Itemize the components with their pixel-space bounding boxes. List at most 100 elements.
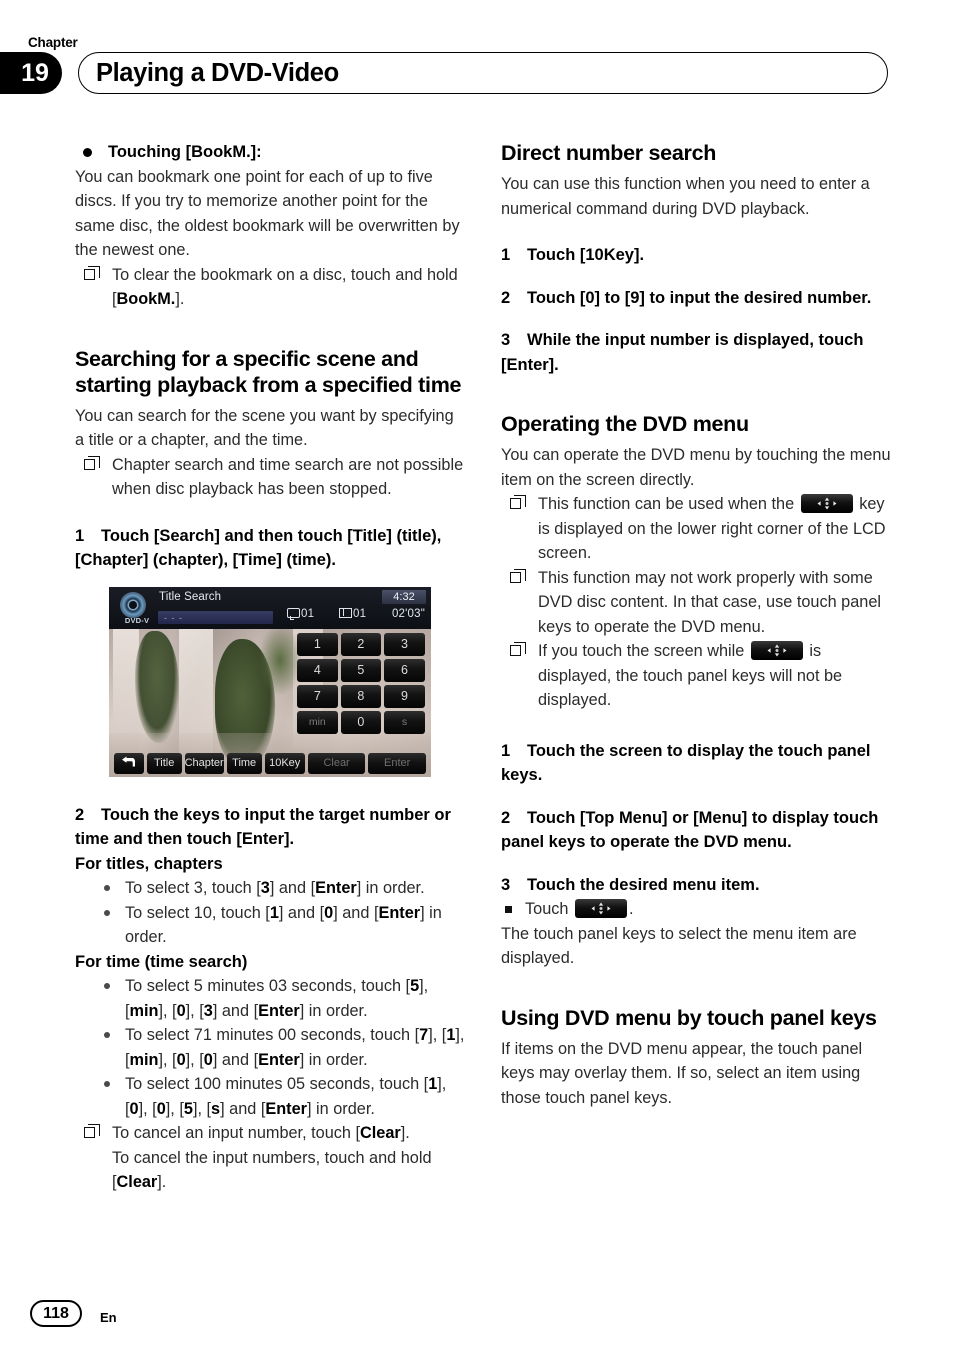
bullet-disc-icon (104, 909, 110, 916)
note-cancel-inputs-bold: Clear (116, 1173, 158, 1191)
search-input-value: - - - (164, 612, 183, 623)
bullet-select-10-mid2: ] and [ (333, 903, 379, 922)
heading-direct-number-search: Direct number search (501, 141, 717, 165)
note-chapter-time-search-text: Chapter search and time search are not p… (112, 455, 464, 499)
keypad-key-9[interactable]: 9 (384, 684, 425, 708)
bullet-time-100min-text: To select 100 minutes 05 seconds, touch … (125, 1075, 447, 1118)
keypad-row: min 0 s (297, 710, 425, 734)
subhead-for-time: For time (time search) (75, 952, 248, 971)
step-1-number: 1 (75, 526, 85, 545)
enter-button[interactable]: Enter (368, 752, 426, 774)
clear-button[interactable]: Clear (307, 752, 366, 774)
note-cancel-input-pre: To cancel an input number, touch [ (112, 1124, 360, 1142)
keypad-key-s[interactable]: s (384, 710, 425, 734)
bullet-select-10: To select 10, touch [1] and [0] and [Ent… (93, 901, 465, 950)
step-menu-1-text: Touch the screen to display the touch pa… (501, 741, 871, 785)
heading-operating-dvd-menu: Operating the DVD menu (501, 412, 749, 436)
step-menu-1: 1 Touch the screen to display the touch p… (501, 739, 891, 788)
sub-action-touch-post: . (628, 900, 634, 918)
screenshot-bottom-bar: Title Chapter Time 10Key Clear Enter (109, 752, 431, 774)
page-footer: 118 En (30, 1300, 117, 1327)
page-number: 118 (30, 1300, 82, 1327)
step-direct-3: 3 While the input number is displayed, to… (501, 328, 891, 377)
bullet-disc-icon (104, 885, 110, 891)
keypad-key-5[interactable]: 5 (340, 658, 382, 682)
keypad-key-6[interactable]: 6 (384, 658, 425, 682)
note-clear-bookmark-post: ]. (175, 290, 185, 308)
back-arrow-icon (121, 756, 135, 766)
note-square-icon (84, 265, 100, 280)
note-square-icon (510, 495, 526, 509)
keypad-key-min[interactable]: min (297, 710, 338, 734)
note-dpad-key-available-pre: This function can be used when the (538, 495, 795, 513)
left-column: Touching [BookM.]: You can bookmark one … (75, 140, 465, 1195)
step-menu-2-text: Touch [Top Menu] or [Menu] to display to… (501, 808, 879, 852)
bullet-disc-icon (104, 1081, 110, 1087)
screenshot-top-bar: DVD-V Title Search - - - 01 01 4:32 02'0… (109, 586, 431, 629)
sub-action-result: The touch panel keys to select the menu … (501, 924, 857, 968)
keypad-row: 7 8 9 (297, 684, 425, 708)
back-button[interactable] (114, 752, 144, 774)
search-input-field[interactable]: - - - (158, 610, 273, 624)
chapter-button[interactable]: Chapter (184, 752, 224, 774)
note-cancel-input-bold: Clear (360, 1124, 401, 1142)
note-square-icon (510, 642, 526, 656)
tenkey-button[interactable]: 10Key (264, 752, 305, 774)
note-square-icon (84, 455, 100, 470)
keypad-row: 4 5 6 (297, 658, 425, 682)
step-2-text: Touch the keys to input the target numbe… (75, 805, 451, 849)
bullet-disc-icon (104, 1032, 110, 1038)
note-chapter-time-search: Chapter search and time search are not p… (83, 453, 465, 502)
note-touch-screen-while-dpad-pre: If you touch the screen while (538, 642, 745, 660)
section-heading-search: Searching for a specific scene and start… (75, 346, 462, 397)
chapter-number-value: 01 (353, 607, 367, 620)
step-direct-3-text: While the input number is displayed, tou… (501, 331, 864, 374)
keypad-key-1[interactable]: 1 (297, 632, 338, 656)
bullet-time-71min-text: To select 71 minutes 00 seconds, touch [… (125, 1026, 465, 1069)
time-button[interactable]: Time (226, 752, 262, 774)
square-bullet-icon (505, 906, 512, 913)
bookmark-body: You can bookmark one point for each of u… (75, 167, 460, 260)
screenshot-title: Title Search (159, 590, 222, 603)
sub-action-touch-dpad: Touch . (501, 897, 891, 922)
keypad-key-2[interactable]: 2 (340, 632, 382, 656)
body-operating-dvd-menu: You can operate the DVD menu by touching… (501, 446, 891, 489)
keypad-key-3[interactable]: 3 (384, 632, 425, 656)
bullet-select-10-key2: 0 (324, 903, 334, 922)
clock-display: 4:32 (382, 589, 426, 604)
step-2-number: 2 (75, 805, 85, 824)
title-button[interactable]: Title (146, 752, 182, 774)
bullet-select-3-mid: ] and [ (269, 879, 316, 897)
bullet-select-10-mid1: ] and [ (278, 903, 325, 922)
language-code: En (100, 1310, 117, 1325)
keypad-key-0[interactable]: 0 (340, 710, 382, 734)
step-2-search: 2 Touch the keys to input the target numb… (75, 803, 465, 852)
elapsed-time-display: 02'03" (391, 607, 425, 620)
page-header: Chapter 19 Playing a DVD-Video (0, 30, 954, 100)
keypad-key-7[interactable]: 7 (297, 684, 338, 708)
bullet-select-3-key2: Enter (315, 879, 357, 897)
body-using-dvd-menu: If items on the DVD menu appear, the tou… (501, 1039, 863, 1107)
note-clear-bookmark: To clear the bookmark on a disc, touch a… (83, 263, 465, 312)
disc-type-label: DVD-V (124, 615, 150, 625)
bullet-select-3: To select 3, touch [3] and [Enter] in or… (93, 876, 465, 901)
subhead-for-titles: For titles, chapters (75, 854, 223, 873)
numeric-keypad[interactable]: 1 2 3 4 5 6 7 8 9 min 0 s (297, 632, 425, 737)
bookmark-bullet-heading: Touching [BookM.]: (75, 140, 465, 165)
keypad-key-8[interactable]: 8 (340, 684, 382, 708)
dpad-key-icon (750, 641, 803, 660)
note-square-icon (510, 568, 526, 583)
step-1-search: 1 Touch [Search] and then touch [Title] (… (75, 524, 465, 573)
note-clear-bookmark-bold: BookM. (116, 290, 176, 308)
bullet-select-10-pre: To select 10, touch [ (125, 903, 270, 922)
keypad-row: 1 2 3 (297, 632, 425, 656)
title-number-value: 01 (301, 607, 315, 620)
bullet-dot-icon (83, 148, 92, 157)
heading-using-dvd-menu: Using DVD menu by touch panel keys (501, 1005, 877, 1030)
step-direct-1: 1 Touch [10Key]. (501, 243, 891, 268)
bullet-time-71min: To select 71 minutes 00 seconds, touch [… (93, 1023, 465, 1072)
keypad-key-4[interactable]: 4 (297, 658, 338, 682)
bullet-select-10-key3: Enter (378, 903, 421, 922)
note-cancel-input: To cancel an input number, touch [Clear]… (83, 1121, 465, 1195)
chapter-number: 19 (21, 59, 49, 87)
